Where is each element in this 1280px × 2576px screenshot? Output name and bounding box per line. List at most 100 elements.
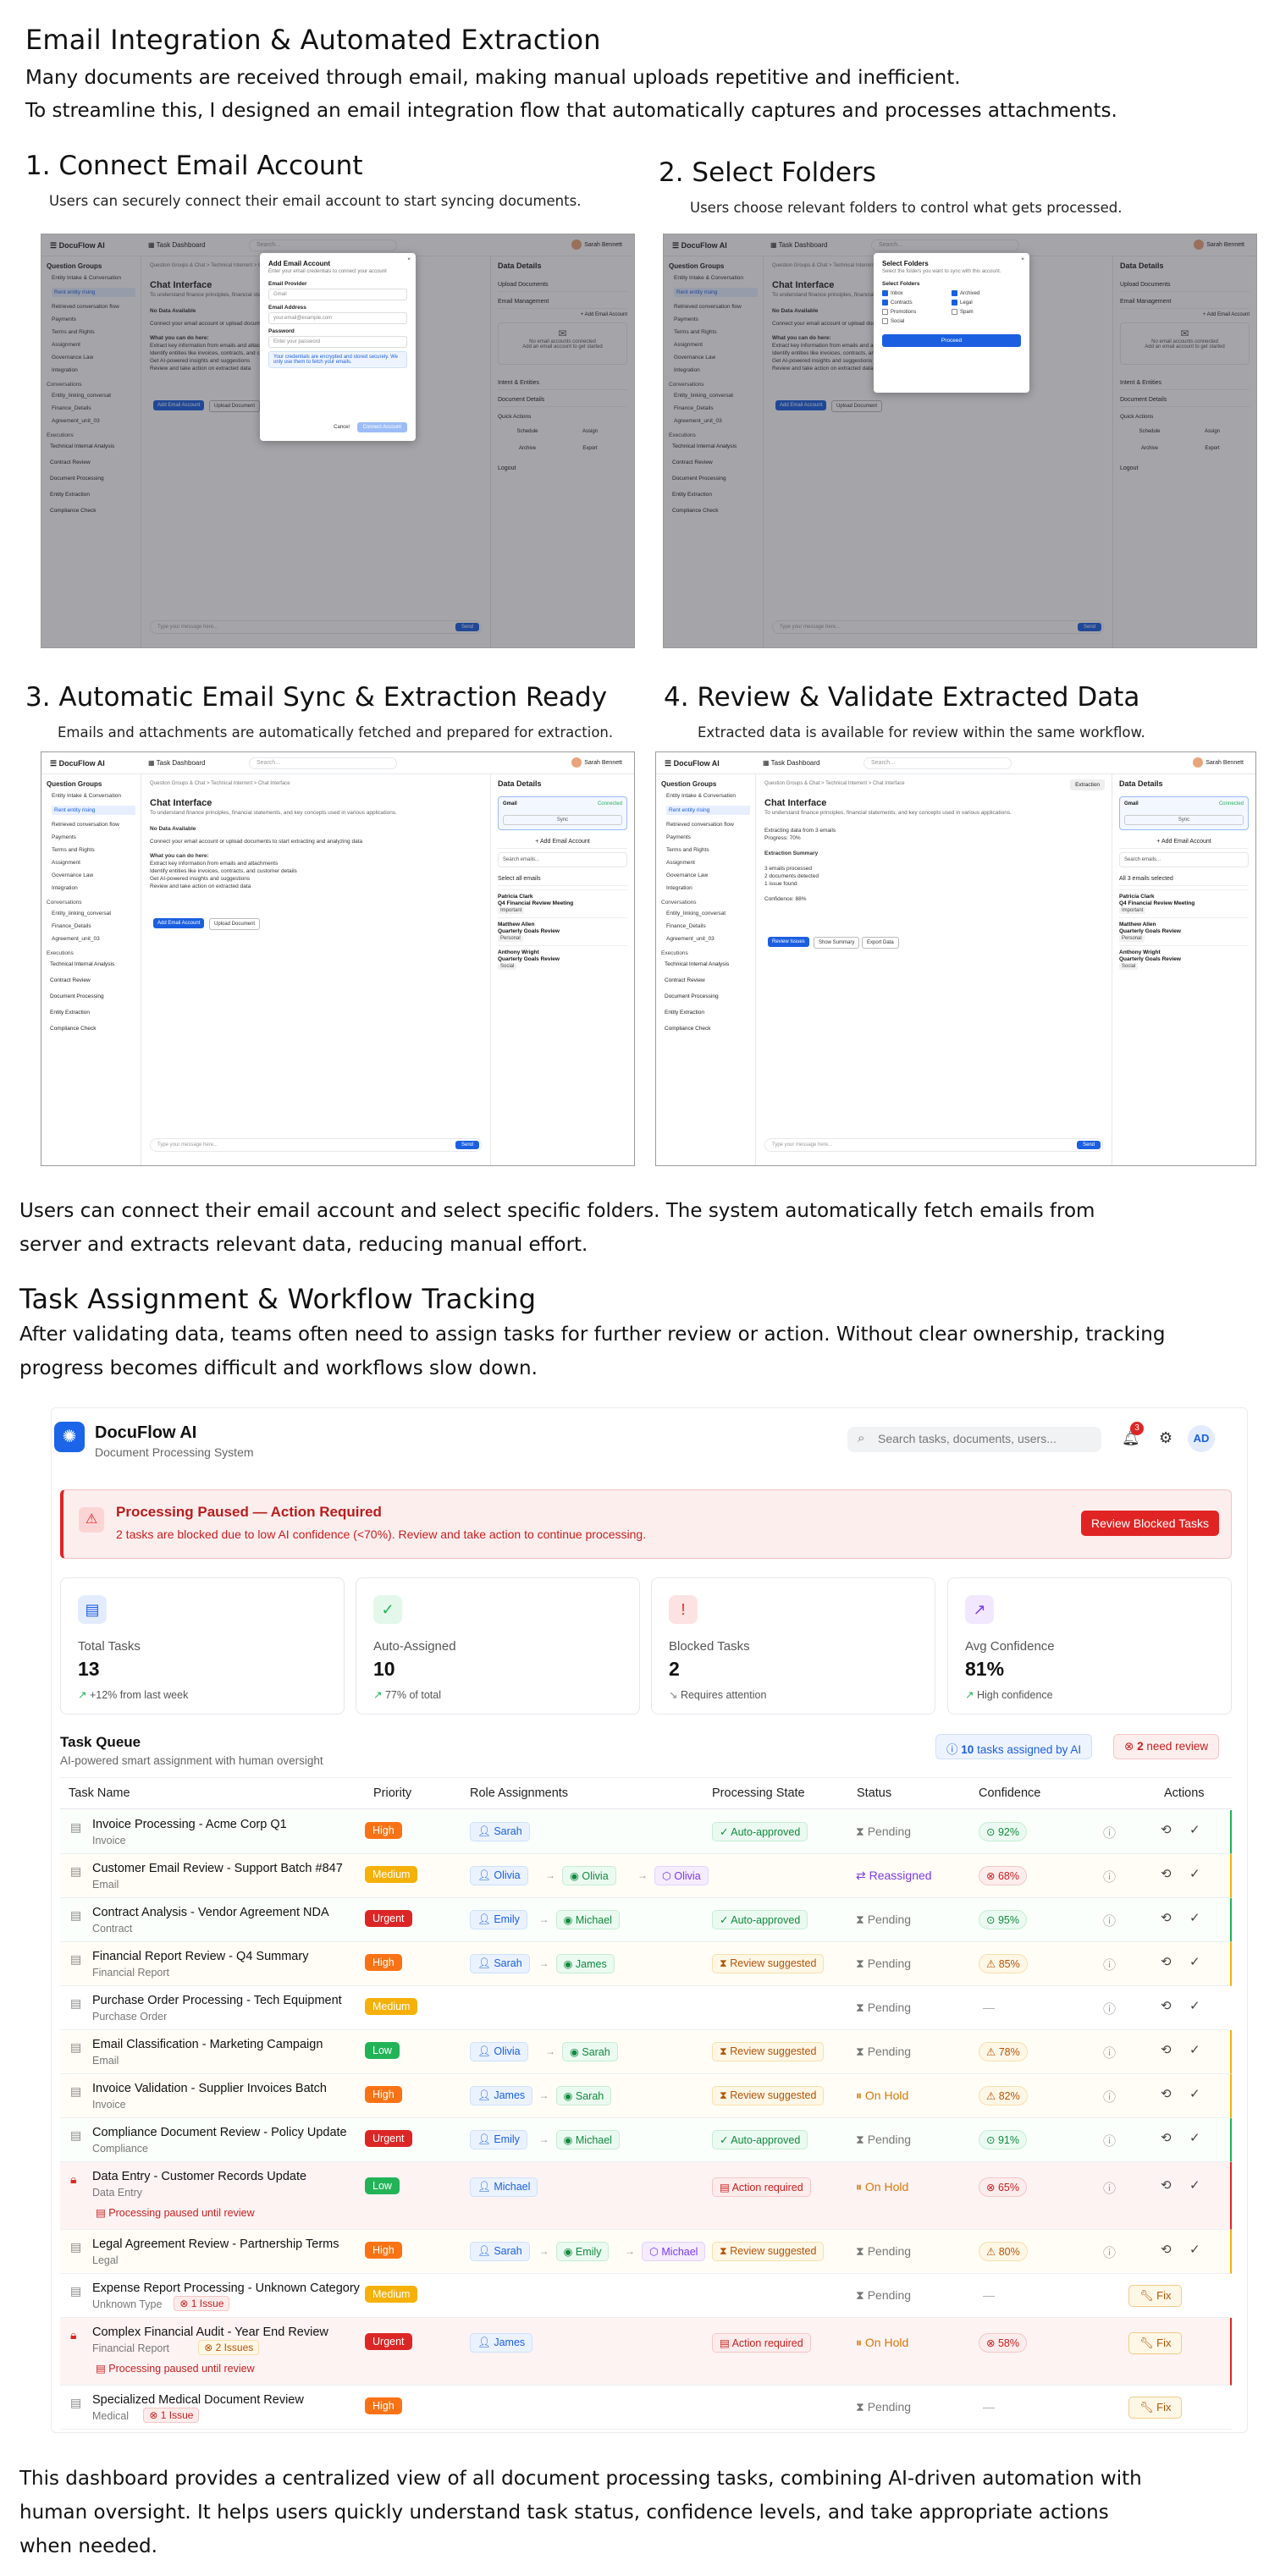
info-icon[interactable]: ⓘ bbox=[1103, 2243, 1116, 2261]
mock-sidebar-item[interactable]: Terms and Rights bbox=[666, 847, 750, 853]
task-search-input[interactable]: ⌕ Search tasks, documents, users... bbox=[847, 1427, 1101, 1452]
mock-execution-item[interactable]: Entity Extraction bbox=[665, 1010, 750, 1016]
role-badge[interactable]: 👤︎ Emily bbox=[470, 1910, 527, 1929]
fix-button[interactable]: 🔧︎ Fix bbox=[1128, 2332, 1183, 2354]
role-badge[interactable]: ◉ James bbox=[555, 1954, 615, 1973]
mock-email-item[interactable]: Patricia Clark Q4 Financial Review Meetin… bbox=[498, 889, 627, 917]
info-icon[interactable]: ⓘ bbox=[1103, 1912, 1116, 1929]
close-icon[interactable]: × bbox=[407, 256, 411, 262]
role-badge[interactable]: ⬡ Olivia bbox=[654, 1866, 709, 1885]
reassign-icon[interactable]: ⟲ bbox=[1161, 2242, 1172, 2257]
table-row[interactable]: ▤ Invoice Processing - Acme Corp Q1 Invoic… bbox=[60, 1810, 1232, 1854]
table-row[interactable]: 🔒︎ Data Entry - Customer Records Update Da… bbox=[60, 2162, 1232, 2230]
task-name[interactable]: Data Entry - Customer Records Update bbox=[92, 2170, 306, 2183]
mock-conversation-item[interactable]: Agreement_unit_03 bbox=[666, 936, 750, 942]
mock-sidebar-item[interactable]: Retrieved conversation flow bbox=[52, 822, 135, 828]
folder-checkbox[interactable]: Archived bbox=[952, 290, 1021, 296]
mock-upload-button[interactable]: Upload Document bbox=[209, 918, 261, 930]
approve-icon[interactable]: ✓ bbox=[1189, 2086, 1200, 2101]
info-icon[interactable]: ⓘ bbox=[1103, 2179, 1116, 2197]
fix-button[interactable]: 🔧︎ Fix bbox=[1128, 2397, 1183, 2419]
task-name[interactable]: Complex Financial Audit - Year End Revie… bbox=[92, 2326, 328, 2339]
mock-execution-item[interactable]: Contract Review bbox=[665, 977, 750, 983]
approve-icon[interactable]: ✓ bbox=[1189, 1954, 1200, 1969]
mock-conversation-item[interactable]: Entity_linking_conversat bbox=[666, 911, 750, 916]
task-name[interactable]: Email Classification - Marketing Campaig… bbox=[92, 2038, 323, 2051]
provider-select[interactable]: Gmail bbox=[268, 289, 407, 300]
role-badge[interactable]: 👤︎ James bbox=[470, 2333, 533, 2353]
table-row[interactable]: ▤ Purchase Order Processing - Tech Equipm… bbox=[60, 1986, 1232, 2030]
approve-icon[interactable]: ✓ bbox=[1189, 1866, 1200, 1881]
mock-execution-item[interactable]: Technical Internal Analysis bbox=[665, 961, 750, 967]
task-name[interactable]: Specialized Medical Document Review bbox=[92, 2393, 304, 2407]
password-field[interactable]: Enter your password bbox=[268, 336, 407, 348]
role-badge[interactable]: ⬡ Michael bbox=[642, 2242, 706, 2261]
mock-sidebar-item[interactable]: Rent entity rising bbox=[666, 806, 750, 815]
mock-conversation-item[interactable]: Agreement_unit_03 bbox=[52, 936, 135, 942]
mock-sync-button[interactable]: Sync bbox=[503, 815, 622, 825]
mock-sidebar-item[interactable]: Assignment bbox=[666, 860, 750, 866]
info-icon[interactable]: ⓘ bbox=[1103, 2044, 1116, 2061]
task-name[interactable]: Invoice Processing - Acme Corp Q1 bbox=[92, 1818, 287, 1831]
mock-sidebar-item[interactable]: Assignment bbox=[52, 860, 135, 866]
mock-tab[interactable]: ▦ Task Dashboard bbox=[763, 759, 819, 767]
mock-conversation-item[interactable]: Entity_linking_conversat bbox=[52, 911, 135, 916]
role-badge[interactable]: 👤︎ Michael bbox=[470, 2177, 538, 2197]
role-badge[interactable]: 👤︎ Sarah bbox=[470, 2242, 530, 2261]
mock-sidebar-item[interactable]: Rent entity rising bbox=[52, 806, 135, 815]
role-badge[interactable]: ◉ Olivia bbox=[562, 1866, 616, 1885]
mock-email-item[interactable]: Matthew Allen Quarterly Goals Review Perso… bbox=[1119, 917, 1249, 945]
mock-extraction-button[interactable]: Extraction bbox=[1070, 779, 1105, 790]
mock-execution-item[interactable]: Compliance Check bbox=[665, 1026, 750, 1032]
mock-sidebar-item[interactable]: Payments bbox=[666, 834, 750, 840]
table-row[interactable]: ▤ Compliance Document Review - Policy Upd… bbox=[60, 2118, 1232, 2162]
folder-checkbox[interactable]: Spam bbox=[952, 309, 1021, 315]
role-badge[interactable]: 👤︎ Emily bbox=[470, 2130, 527, 2149]
table-row[interactable]: ▤ Specialized Medical Document Review Medi… bbox=[60, 2386, 1232, 2430]
gear-icon[interactable]: ⚙ bbox=[1159, 1429, 1172, 1447]
table-row[interactable]: ▤ Email Classification - Marketing Campai… bbox=[60, 2030, 1232, 2074]
mock-sidebar-item[interactable]: Payments bbox=[52, 834, 135, 840]
role-badge[interactable]: ◉ Michael bbox=[555, 1910, 620, 1929]
role-badge[interactable]: 👤︎ Olivia bbox=[470, 2042, 528, 2061]
role-badge[interactable]: ◉ Emily bbox=[555, 2242, 610, 2261]
reassign-icon[interactable]: ⟲ bbox=[1161, 1998, 1172, 2013]
mock-add-email-account[interactable]: + Add Email Account bbox=[1119, 835, 1249, 849]
mock-message-input[interactable]: Type your message here... Send bbox=[764, 1138, 1103, 1152]
approve-icon[interactable]: ✓ bbox=[1189, 2042, 1200, 2057]
mock-review-button[interactable]: Review Issues bbox=[768, 937, 809, 947]
role-badge[interactable]: ◉ Sarah bbox=[562, 2042, 618, 2061]
table-row[interactable]: ▤ Customer Email Review - Support Batch #… bbox=[60, 1854, 1232, 1898]
table-row[interactable]: ▤ Legal Agreement Review - Partnership Te… bbox=[60, 2230, 1232, 2274]
mock-sidebar-item[interactable]: Integration bbox=[666, 885, 750, 891]
mock-select-all[interactable]: Select all emails bbox=[498, 872, 627, 886]
folder-checkbox[interactable]: Inbox bbox=[882, 290, 952, 296]
mock-execution-item[interactable]: Entity Extraction bbox=[50, 1010, 135, 1016]
mock-execution-item[interactable]: Document Processing bbox=[665, 994, 750, 999]
mock-sidebar-item[interactable]: Terms and Rights bbox=[52, 847, 135, 853]
mock-email-item[interactable]: Anthony Wright Quarterly Goals Review Soci… bbox=[498, 945, 627, 973]
connect-button[interactable]: Connect Account bbox=[356, 422, 407, 432]
mock-summary-button[interactable]: Show Summary bbox=[814, 937, 860, 949]
mock-select-all[interactable]: All 3 emails selected bbox=[1119, 872, 1249, 886]
mock-tab[interactable]: ▦ Task Dashboard bbox=[148, 759, 205, 767]
task-name[interactable]: Financial Report Review - Q4 Summary bbox=[92, 1950, 308, 1963]
role-badge[interactable]: ◉ Sarah bbox=[555, 2086, 612, 2105]
task-name[interactable]: Contract Analysis - Vendor Agreement NDA bbox=[92, 1906, 329, 1919]
reassign-icon[interactable]: ⟲ bbox=[1161, 2177, 1172, 2193]
approve-icon[interactable]: ✓ bbox=[1189, 2242, 1200, 2257]
role-badge[interactable]: 👤︎ Sarah bbox=[470, 1822, 530, 1841]
avatar[interactable]: AD bbox=[1188, 1425, 1215, 1452]
proceed-button[interactable]: Proceed bbox=[882, 334, 1021, 348]
mock-message-input[interactable]: Type your message here... Send bbox=[150, 1138, 482, 1152]
mock-sidebar-item[interactable]: Governance Law bbox=[666, 872, 750, 878]
info-icon[interactable]: ⓘ bbox=[1103, 1956, 1116, 1973]
mock-conversation-item[interactable]: Finance_Details bbox=[666, 923, 750, 929]
folder-checkbox[interactable]: Social bbox=[882, 318, 952, 324]
approve-icon[interactable]: ✓ bbox=[1189, 2177, 1200, 2193]
reassign-icon[interactable]: ⟲ bbox=[1161, 2086, 1172, 2101]
mock-execution-item[interactable]: Contract Review bbox=[50, 977, 135, 983]
fix-button[interactable]: 🔧︎ Fix bbox=[1128, 2285, 1183, 2307]
reassign-icon[interactable]: ⟲ bbox=[1161, 1910, 1172, 1925]
mock-sync-button[interactable]: Sync bbox=[1124, 815, 1244, 825]
